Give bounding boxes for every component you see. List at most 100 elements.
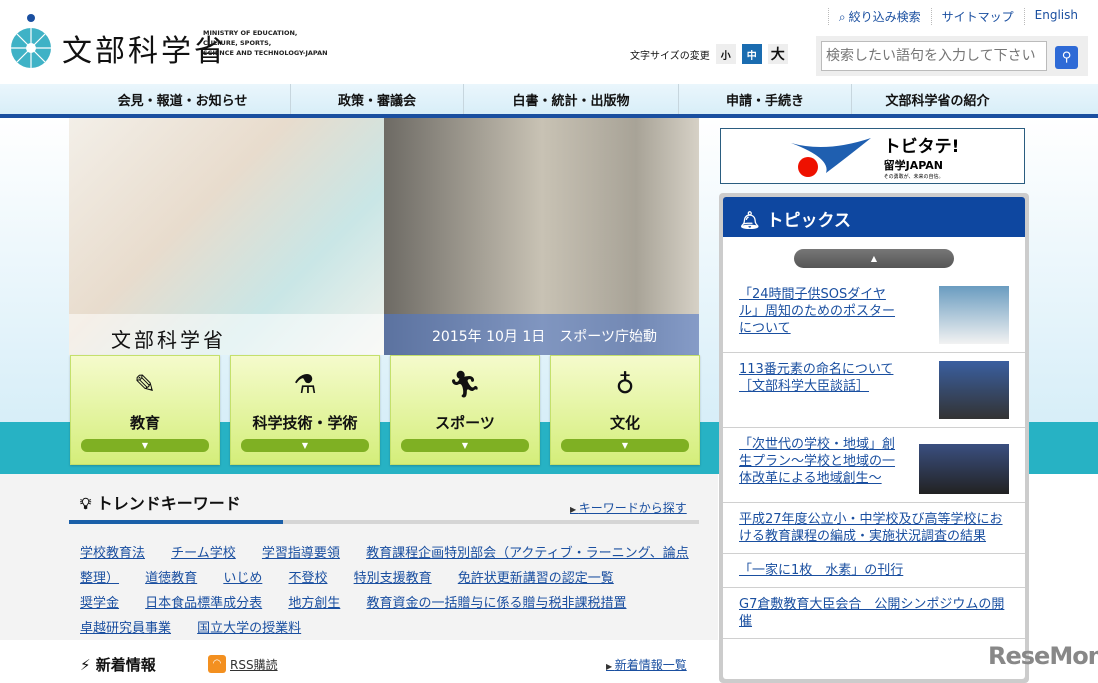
topic-link[interactable]: G7倉敷教育大臣会合 公開シンポジウムの開催	[739, 596, 1009, 630]
search-filter-icon: ⌕	[839, 10, 849, 24]
lightbulb-icon: 💡︎	[80, 494, 97, 513]
font-size-large[interactable]: 大	[768, 44, 788, 64]
keyword-link[interactable]: 学校教育法	[80, 546, 145, 561]
header: 文部科学省 MINISTRY OF EDUCATION, CULTURE, SP…	[0, 0, 1098, 84]
trend-divider	[69, 520, 699, 524]
sitemap-link[interactable]: サイトマップ	[931, 8, 1024, 25]
topic-item: 113番元素の命名について［文部科学大臣談話］	[723, 353, 1025, 428]
keyword-link[interactable]: 免許状更新講習の認定一覧	[458, 571, 614, 586]
tile-sports[interactable]: 🏃︎スポーツ▼	[390, 355, 540, 465]
news-list-label: 新着情報一覧	[615, 658, 687, 672]
topic-link[interactable]: 「24時間子供SOSダイヤル」周知のためのポスターについて	[739, 286, 899, 344]
banner-text: トビタテ! 留学JAPAN その勇敢が、未来の自信。	[884, 132, 960, 180]
font-size-medium[interactable]: 中	[742, 44, 762, 64]
chevron-down-icon[interactable]: ▼	[81, 439, 209, 452]
tile-education[interactable]: ✎ 教育 ▼	[70, 355, 220, 465]
rss-link[interactable]: ◠RSS購読	[208, 655, 278, 673]
keyword-link[interactable]: チーム学校	[171, 546, 236, 561]
hero-caption[interactable]: 2015年 10月 1日 スポーツ庁始動	[384, 314, 699, 355]
ribbon-icon: ♁	[551, 370, 699, 400]
tile-science[interactable]: ⚗ 科学技術・学術 ▼	[230, 355, 380, 465]
keyword-link[interactable]: 道徳教育	[145, 571, 197, 586]
scroll-up-button[interactable]: ▲	[794, 249, 954, 268]
triangle-right-icon: ▶	[570, 505, 579, 514]
news-list-link[interactable]: ▶ 新着情報一覧	[606, 656, 687, 673]
topics-title: トピックス	[767, 211, 852, 231]
font-size-label: 文字サイズの変更	[630, 47, 710, 62]
tile-label: 文化	[551, 412, 699, 433]
keyword-link[interactable]: いじめ	[223, 571, 262, 586]
keyword-link[interactable]: 教育資金の一括贈与に係る贈与税非課税措置	[366, 596, 626, 611]
topic-link[interactable]: 113番元素の命名について［文部科学大臣談話］	[739, 361, 899, 419]
topics-header: 🔔︎ トピックス	[723, 197, 1025, 237]
chevron-down-icon[interactable]: ▼	[561, 439, 689, 452]
english-link[interactable]: English	[1024, 8, 1088, 25]
logo-en-line: CULTURE, SPORTS,	[203, 38, 328, 48]
logo-en-line: MINISTRY OF EDUCATION,	[203, 28, 328, 38]
topic-thumbnail[interactable]	[919, 444, 1009, 494]
main-nav: 会見・報道・お知らせ 政策・審議会 白書・統計・出版物 申請・手続き 文部科学省…	[0, 84, 1098, 114]
bird-logo-icon	[786, 133, 876, 179]
keyword-search-label: キーワードから探す	[579, 501, 687, 515]
tile-culture[interactable]: ♁ 文化 ▼	[550, 355, 700, 465]
keyword-list: 学校教育法 チーム学校 学習指導要領 教育課程企画特別部会（アクティブ・ラーニン…	[80, 541, 692, 641]
keyword-link[interactable]: 地方創生	[288, 596, 340, 611]
topics-panel: 🔔︎ トピックス ▲ 「24時間子供SOSダイヤル」周知のためのポスターについて…	[719, 193, 1029, 683]
topic-item: G7倉敷教育大臣会合 公開シンポジウムの開催	[723, 588, 1025, 639]
news-title: 新着情報	[96, 656, 156, 674]
chevron-down-icon[interactable]: ▼	[401, 439, 529, 452]
keyword-link[interactable]: 特別支援教育	[354, 571, 432, 586]
topic-link[interactable]: 「一家に1枚 水素」の刊行	[739, 562, 903, 579]
keyword-search-link[interactable]: ▶ キーワードから探す	[570, 499, 687, 516]
search-input[interactable]	[821, 41, 1047, 71]
topic-link[interactable]: 「次世代の学校・地域」創生プラン～学校と地域の一体改革による地域創生～	[739, 436, 899, 494]
search-box: ⚲	[816, 36, 1088, 76]
nav-about[interactable]: 文部科学省の紹介	[851, 84, 1023, 114]
trend-heading: 💡︎ トレンドキーワード	[80, 490, 241, 514]
topic-item: 「24時間子供SOSダイヤル」周知のためのポスターについて	[723, 278, 1025, 353]
nav-press[interactable]: 会見・報道・お知らせ	[75, 84, 290, 114]
banner-title: トビタテ!	[884, 132, 960, 157]
tile-label: 科学技術・学術	[231, 412, 379, 433]
keyword-link[interactable]: 不登校	[288, 571, 327, 586]
flask-icon: ⚗	[231, 370, 379, 400]
filter-search-label: 絞り込み検索	[849, 10, 921, 24]
banner-tagline: その勇敢が、未来の自信。	[884, 173, 960, 180]
hero-logo: 文部科学省	[69, 314, 384, 355]
nav-applications[interactable]: 申請・手続き	[678, 84, 851, 114]
search-icon: ⚲	[1062, 50, 1072, 65]
topic-item: 「一家に1枚 水素」の刊行	[723, 554, 1025, 588]
logo-english: MINISTRY OF EDUCATION, CULTURE, SPORTS, …	[203, 28, 328, 58]
logo-en-line: SCIENCE AND TECHNOLOGY-JAPAN	[203, 48, 328, 58]
keyword-link[interactable]: 日本食品標準成分表	[145, 596, 262, 611]
keyword-link[interactable]: 卓越研究員事業	[80, 621, 171, 636]
rss-icon: ◠	[208, 655, 226, 673]
keyword-link[interactable]: 学習指導要領	[262, 546, 340, 561]
keyword-link[interactable]: 国立大学の授業料	[197, 621, 301, 636]
topic-thumbnail[interactable]	[939, 361, 1009, 419]
search-button[interactable]: ⚲	[1055, 46, 1078, 69]
utility-links: ⌕絞り込み検索 サイトマップ English	[828, 8, 1088, 25]
nav-policy[interactable]: 政策・審議会	[290, 84, 463, 114]
keyword-link[interactable]: 奨学金	[80, 596, 119, 611]
tile-label: スポーツ	[391, 412, 539, 433]
banner-sub: 留学JAPAN	[884, 157, 960, 173]
topic-link[interactable]: 平成27年度公立小・中学校及び高等学校における教育課程の編成・実施状況調査の結果	[739, 511, 1009, 545]
news-heading: ⚡︎ 新着情報	[80, 654, 156, 675]
topic-item: 平成27年度公立小・中学校及び高等学校における教育課程の編成・実施状況調査の結果	[723, 503, 1025, 554]
chevron-down-icon[interactable]: ▼	[241, 439, 369, 452]
resemom-watermark: ReseMom	[988, 642, 1098, 670]
tobitate-banner[interactable]: トビタテ! 留学JAPAN その勇敢が、未来の自信。	[720, 128, 1025, 184]
triangle-right-icon: ▶	[606, 662, 615, 671]
trend-title: トレンドキーワード	[97, 494, 241, 513]
pencil-icon: ✎	[71, 370, 219, 400]
topic-thumbnail[interactable]	[939, 286, 1009, 344]
font-size-small[interactable]: 小	[716, 44, 736, 64]
nav-publications[interactable]: 白書・統計・出版物	[463, 84, 678, 114]
rss-label[interactable]: RSS購読	[230, 656, 278, 673]
font-size-switcher: 文字サイズの変更 小 中 大	[630, 44, 788, 64]
ministry-logo-icon[interactable]	[9, 10, 53, 70]
lightning-icon: ⚡︎	[80, 656, 96, 674]
filter-search-link[interactable]: ⌕絞り込み検索	[828, 8, 931, 25]
tile-label: 教育	[71, 412, 219, 433]
